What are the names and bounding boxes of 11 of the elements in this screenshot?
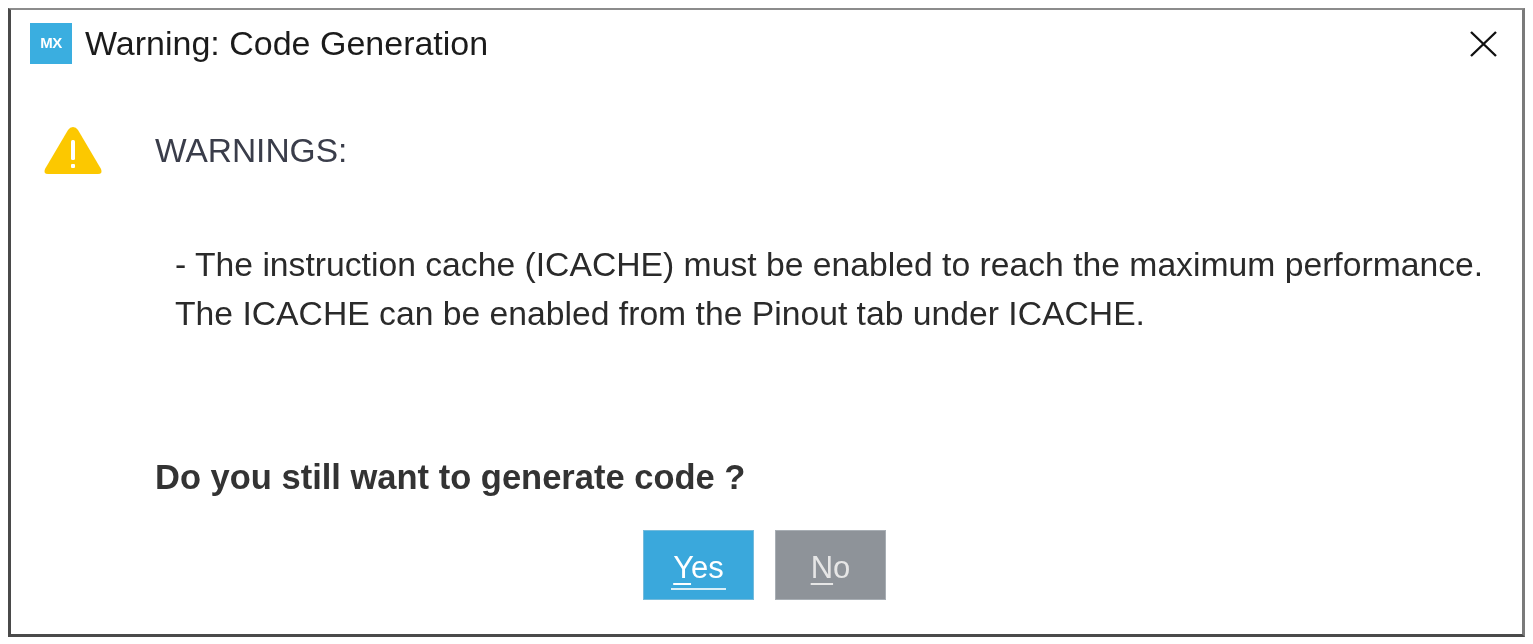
close-icon [1470, 31, 1497, 57]
warnings-heading: WARNINGS: [155, 131, 348, 171]
warning-message-line: The ICACHE can be enabled from the Pinout tab under ICACHE. [175, 293, 1145, 334]
window-title: Warning: Code Generation [85, 23, 489, 64]
close-button[interactable] [1470, 31, 1497, 57]
no-button[interactable]: No [775, 530, 886, 600]
warning-message-line: - The instruction cache (ICACHE) must be enabled to reach the maximum performance. [175, 244, 1484, 285]
yes-button[interactable]: Yes [643, 530, 754, 600]
confirmation-question: Do you still want to generate code ? [155, 457, 746, 497]
app-logo: MX [30, 23, 72, 64]
warning-icon [43, 125, 103, 176]
